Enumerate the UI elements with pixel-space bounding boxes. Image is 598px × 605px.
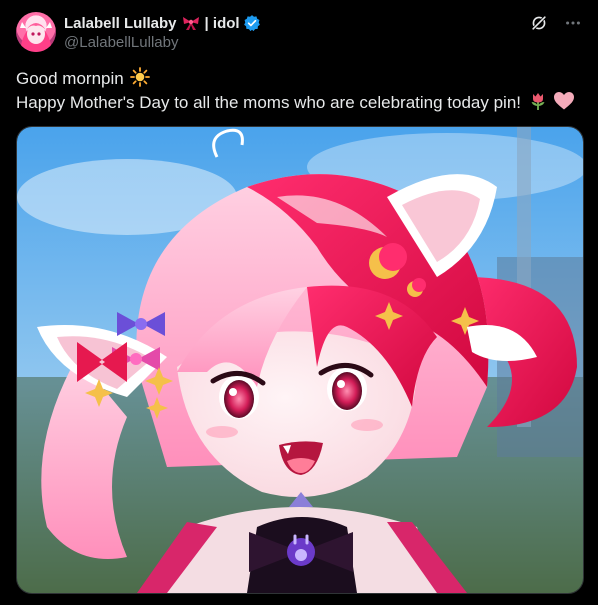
verified-badge-icon xyxy=(243,15,260,32)
sun-icon xyxy=(130,67,151,87)
name-suffix: | idol xyxy=(204,14,240,32)
mothers-day-text: Happy Mother's Day to all the moms who a… xyxy=(16,93,521,112)
avatar[interactable] xyxy=(16,12,56,52)
anime-girl-illustration xyxy=(17,127,583,593)
tweet-media-image[interactable] xyxy=(16,126,584,594)
tweet-text: Good mornpin Happy Mother's Day to all t… xyxy=(16,67,582,115)
greeting-text: Good mornpin xyxy=(16,69,124,88)
ribbon-icon xyxy=(182,17,199,30)
grok-icon[interactable] xyxy=(530,14,548,32)
tweet-header: Lalabell Lullaby | idol @LalabellLullaby xyxy=(16,12,586,54)
tulip-icon xyxy=(531,93,545,110)
more-icon[interactable] xyxy=(564,14,582,32)
pink-heart-icon xyxy=(554,92,575,110)
user-handle[interactable]: @LalabellLullaby xyxy=(64,34,261,51)
display-name[interactable]: Lalabell Lullaby xyxy=(64,15,177,32)
tweet-line-1: Good mornpin xyxy=(16,67,582,91)
tweet-line-2: Happy Mother's Day to all the moms who a… xyxy=(16,91,582,115)
